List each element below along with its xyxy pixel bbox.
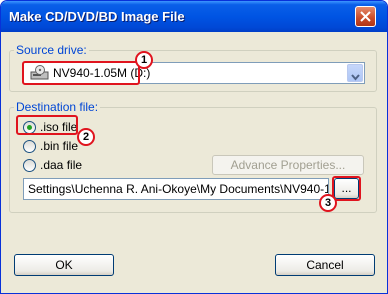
title-bar: Make CD/DVD/BD Image File (1, 1, 387, 32)
callout-2: 2 (77, 128, 95, 146)
daa-label[interactable]: .daa file (40, 158, 82, 172)
window-title: Make CD/DVD/BD Image File (9, 9, 185, 24)
highlight-browse-button (332, 176, 361, 201)
destination-path-value: Settings\Uchenna R. Ani-Okoye\My Documen… (28, 182, 329, 196)
cancel-button[interactable]: Cancel (275, 254, 375, 276)
highlight-source-drive (22, 61, 140, 85)
daa-radio[interactable] (23, 159, 36, 172)
cancel-label: Cancel (306, 258, 344, 272)
ok-label: OK (55, 258, 73, 272)
advance-properties-button[interactable]: Advance Properties... (212, 155, 364, 175)
source-drive-legend: Source drive: (14, 43, 89, 57)
bin-label[interactable]: .bin file (40, 139, 78, 153)
bin-radio[interactable] (23, 140, 36, 153)
destination-legend: Destination file: (14, 100, 101, 114)
close-button[interactable] (355, 6, 376, 27)
callout-3: 3 (319, 194, 337, 212)
highlight-iso-option (16, 115, 78, 135)
callout-1: 1 (135, 51, 153, 69)
source-drive-dropdown-button[interactable] (347, 64, 363, 82)
ok-button[interactable]: OK (14, 254, 114, 276)
advance-properties-label: Advance Properties... (230, 158, 346, 172)
chevron-down-icon (351, 70, 360, 84)
destination-path-input[interactable]: Settings\Uchenna R. Ani-Okoye\My Documen… (23, 178, 329, 200)
make-image-dialog: Make CD/DVD/BD Image File Source drive: … (0, 0, 388, 294)
